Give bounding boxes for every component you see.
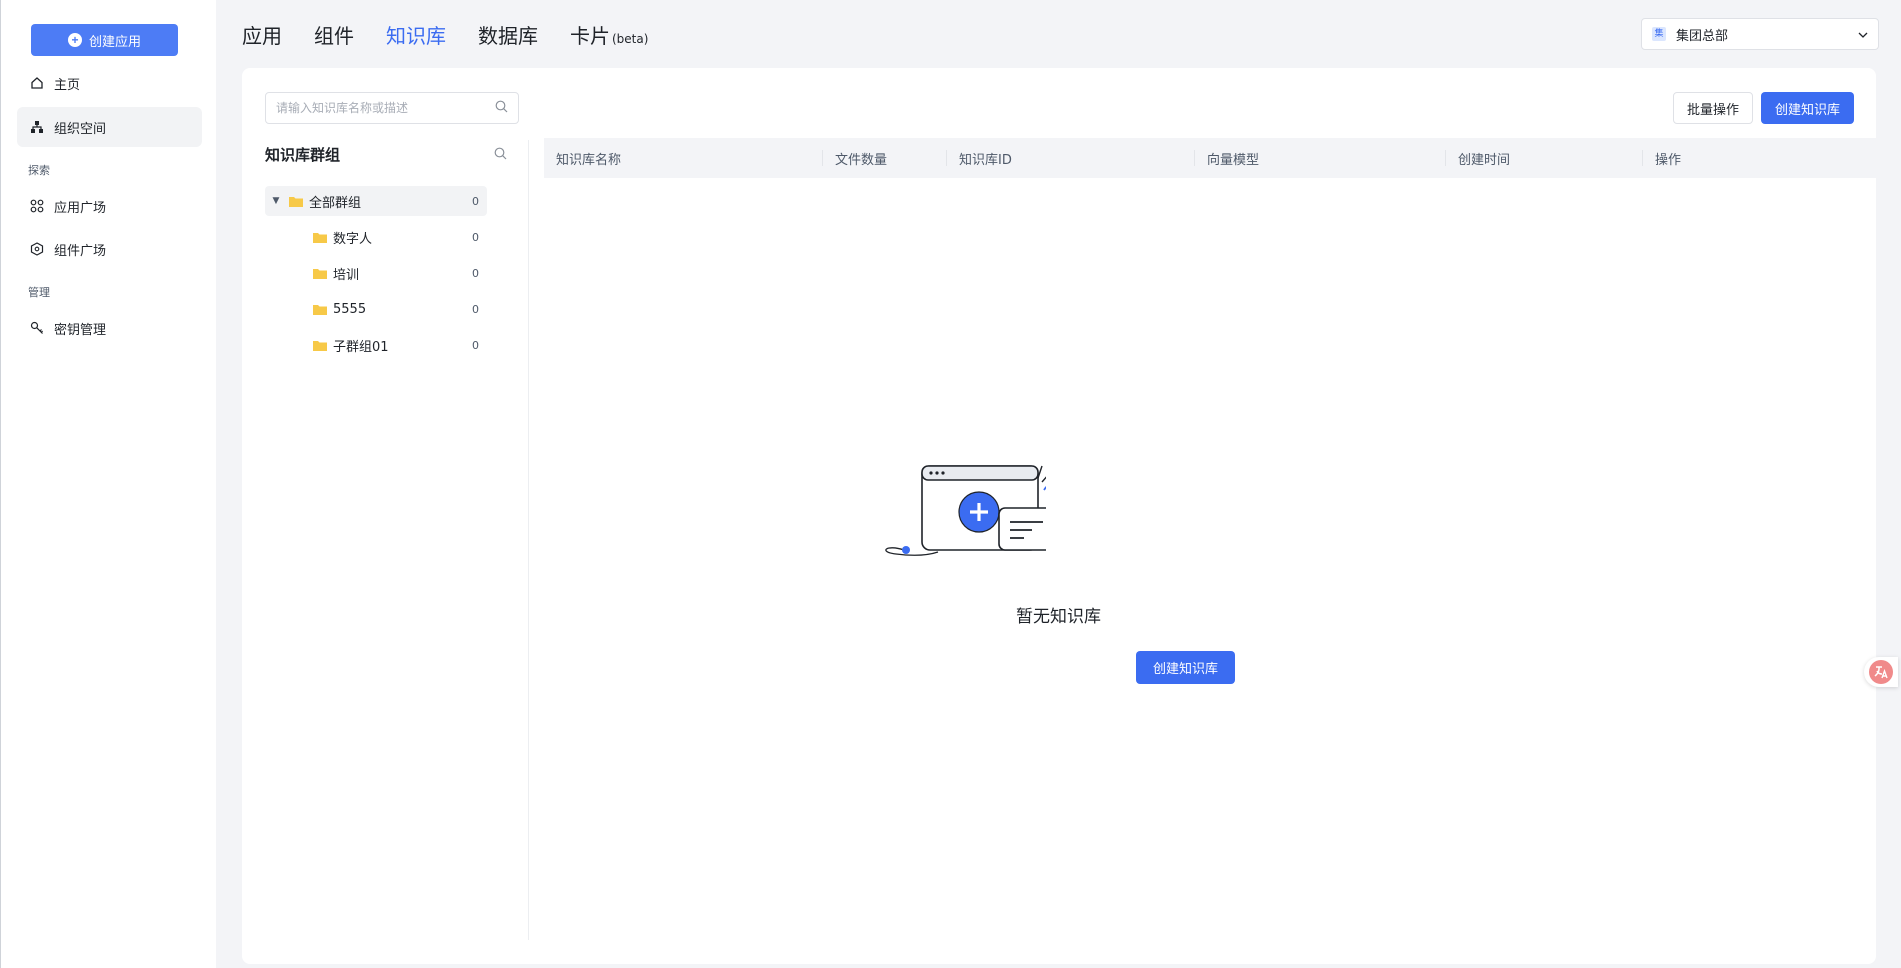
key-icon (29, 320, 45, 336)
column-header-kb-id: 知识库ID (947, 138, 1195, 178)
folder-icon (313, 232, 327, 243)
knowledge-base-panel: 批量操作 创建知识库 知识库群组 ▼ 全部群组 0 数字人 0 培训 0 555… (242, 68, 1878, 964)
plus-circle-icon: + (67, 33, 82, 47)
folder-icon (313, 304, 327, 315)
sidebar-item-component-plaza[interactable]: 组件广场 (17, 229, 202, 269)
main-area: 应用 组件 知识库 数据库 卡片(beta) 集 集团总部 批量操作 创建知识库… (216, 0, 1901, 968)
column-header-name: 知识库名称 (544, 138, 823, 178)
tab-apps[interactable]: 应用 (242, 20, 282, 49)
tree-item-count: 0 (472, 338, 479, 352)
org-select-value: 集团总部 (1676, 28, 1729, 44)
column-header-created-time: 创建时间 (1446, 138, 1643, 178)
tree-item-label: 5555 (333, 301, 367, 317)
table-header: 知识库名称 文件数量 知识库ID 向量模型 创建时间 操作 (544, 138, 1878, 178)
column-header-vector-model: 向量模型 (1195, 138, 1446, 178)
tree-item-count: 0 (472, 194, 479, 208)
create-knowledge-base-button[interactable]: 创建知识库 (1761, 92, 1854, 124)
tree-item-count: 0 (472, 266, 479, 280)
section-label-explore: 探索 (28, 164, 50, 177)
folder-icon (313, 268, 327, 279)
org-tree-icon (29, 119, 45, 135)
sidebar: + 创建应用 主页 组织空间 探索 应用广场 组件广场 管理 密钥管理 (0, 0, 216, 968)
sidebar-item-label: 密钥管理 (54, 322, 107, 338)
tree-item[interactable]: 培训 0 (265, 258, 487, 288)
empty-state-label: 暂无知识库 (1016, 607, 1101, 627)
batch-operation-button[interactable]: 批量操作 (1673, 92, 1753, 124)
section-label-manage: 管理 (28, 286, 50, 299)
tree-item-label: 全部群组 (309, 195, 362, 211)
empty-illustration (856, 394, 1063, 578)
tree-item-count: 0 (472, 230, 479, 244)
search-input[interactable] (276, 101, 495, 115)
folder-icon (313, 340, 327, 351)
tab-cards-beta: (beta) (612, 32, 649, 46)
group-search-icon[interactable] (494, 147, 507, 164)
tree-divider (528, 140, 529, 940)
tree-item-count: 0 (472, 302, 479, 316)
sidebar-item-org-space[interactable]: 组织空间 (17, 107, 202, 147)
tree-item-label: 培训 (333, 267, 360, 283)
chevron-down-icon (1858, 27, 1868, 42)
search-box (265, 92, 519, 124)
tab-components[interactable]: 组件 (314, 20, 354, 49)
tree-item-all-groups[interactable]: ▼ 全部群组 0 (265, 186, 487, 216)
sidebar-item-home[interactable]: 主页 (17, 63, 202, 103)
empty-create-knowledge-base-button[interactable]: 创建知识库 (1136, 651, 1235, 684)
column-header-actions: 操作 (1655, 152, 1682, 168)
tree-item-label: 数字人 (333, 231, 373, 247)
tab-cards[interactable]: 卡片 (beta) (570, 20, 648, 49)
sidebar-item-label: 主页 (54, 77, 81, 93)
component-hex-icon (29, 241, 45, 257)
group-panel-title: 知识库群组 (265, 146, 341, 164)
tree-item[interactable]: 5555 0 (265, 294, 487, 324)
sidebar-item-label: 组织空间 (54, 121, 107, 137)
tab-knowledge-base[interactable]: 知识库 (386, 20, 446, 49)
top-tabs: 应用 组件 知识库 数据库 卡片 (beta) (242, 20, 680, 49)
tree-item-label: 子群组01 (333, 339, 389, 355)
create-app-label: 创建应用 (88, 33, 141, 49)
empty-state-text: 暂无知识库 (216, 602, 1901, 627)
tab-cards-label: 卡片 (570, 24, 610, 48)
sidebar-item-key-management[interactable]: 密钥管理 (17, 308, 202, 348)
apps-grid-icon (29, 198, 45, 214)
translate-icon (1869, 660, 1893, 684)
org-select[interactable]: 集 集团总部 (1641, 18, 1879, 50)
sidebar-item-label: 应用广场 (54, 200, 107, 216)
tree-item[interactable]: 子群组01 0 (265, 330, 487, 360)
sidebar-item-label: 组件广场 (54, 243, 107, 259)
folder-icon (289, 196, 303, 207)
search-icon[interactable] (495, 100, 508, 117)
sidebar-item-app-plaza[interactable]: 应用广场 (17, 186, 202, 226)
caret-down-icon[interactable]: ▼ (269, 196, 283, 206)
tab-database[interactable]: 数据库 (478, 20, 538, 49)
org-badge: 集 (1652, 27, 1666, 41)
create-app-button[interactable]: + 创建应用 (31, 24, 178, 56)
home-icon (29, 75, 45, 91)
column-header-file-count: 文件数量 (823, 138, 947, 178)
tree-item[interactable]: 数字人 0 (265, 222, 487, 252)
translate-float-button[interactable] (1864, 657, 1898, 687)
